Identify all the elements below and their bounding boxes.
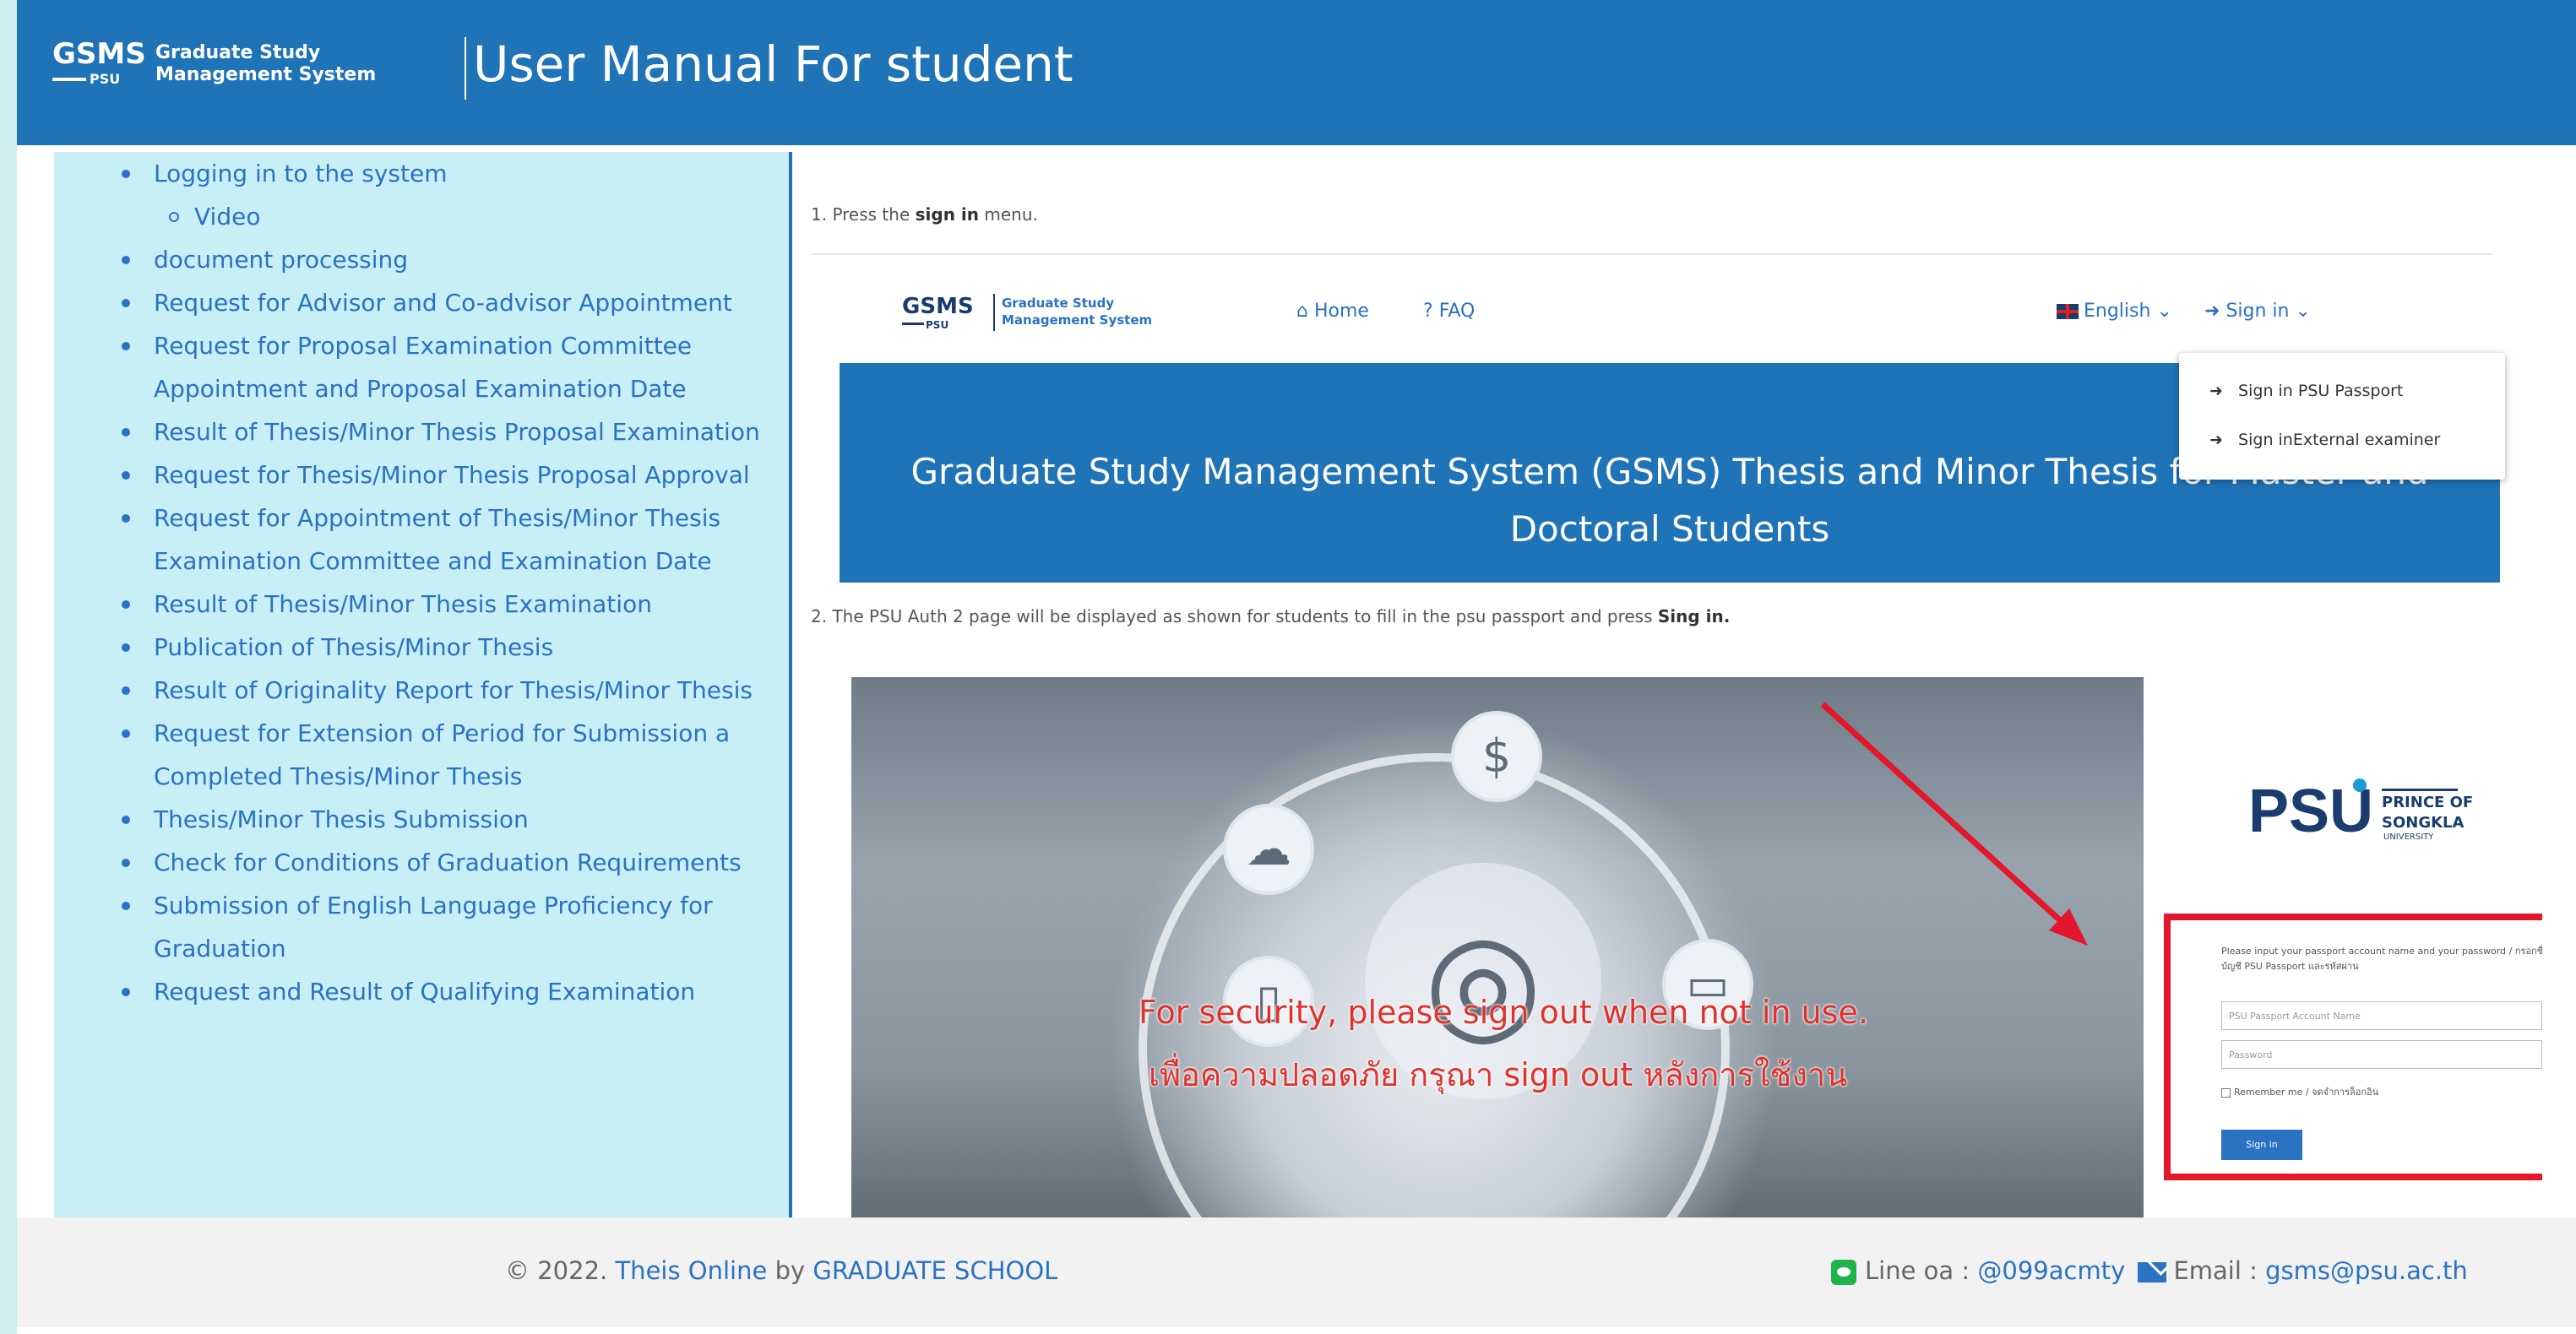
line-icon bbox=[1831, 1260, 1856, 1285]
dollar-icon: $ bbox=[1451, 711, 1542, 802]
copyright-prefix: © 2022. bbox=[505, 1256, 608, 1285]
sidebar-item-originality-report[interactable]: Result of Originality Report for Thesis/… bbox=[54, 669, 789, 712]
red-arrow-icon bbox=[1820, 702, 2088, 946]
sidebar-list: Logging in to the system Video document … bbox=[54, 152, 789, 1013]
step-2-bold: Sing in. bbox=[1657, 606, 1731, 626]
footer: © 2022. Theis Online by GRADUATE SCHOOL … bbox=[17, 1217, 2576, 1327]
step-1-text: 1. Press the sign in menu. bbox=[811, 204, 1038, 225]
shot1-menu-psu-passport: ➜ Sign in PSU Passport bbox=[2209, 382, 2403, 400]
sidebar-item-proposal-committee[interactable]: Request for Proposal Examination Committ… bbox=[54, 324, 789, 410]
security-warning-en: For security, please sign out when not i… bbox=[1139, 994, 1868, 1031]
sidebar-item-logging-in[interactable]: Logging in to the system bbox=[54, 152, 789, 195]
page-frame: GSMS PSU Graduate Study Management Syste… bbox=[17, 0, 2576, 1334]
sidebar-item-publication[interactable]: Publication of Thesis/Minor Thesis bbox=[54, 626, 789, 669]
login-hint: Please input your passport account name … bbox=[2221, 946, 2542, 972]
shot1-signin-dropdown: ➜ Sign in ⌄ bbox=[2204, 301, 2311, 322]
shot1-language-label: English bbox=[2084, 301, 2151, 322]
uk-flag-icon bbox=[2057, 304, 2079, 319]
sidebar-item-advisor-appointment[interactable]: Request for Advisor and Co-advisor Appoi… bbox=[54, 281, 789, 324]
username-field: PSU Passport Account Name bbox=[2221, 1001, 2542, 1030]
logo-line-1: Graduate Study bbox=[155, 42, 321, 63]
divider bbox=[811, 253, 2492, 255]
login-sign-in-button: Sign in bbox=[2221, 1130, 2302, 1160]
arrow-shaft bbox=[1820, 702, 2072, 931]
logo-divider bbox=[465, 37, 466, 100]
shot1-home-link: ⌂ Home bbox=[1296, 301, 1369, 322]
email-link[interactable]: gsms@psu.ac.th bbox=[2265, 1256, 2468, 1285]
sign-in-icon: ➜ bbox=[2209, 382, 2223, 400]
logo-bar bbox=[52, 78, 86, 81]
remember-checkbox bbox=[2221, 1087, 2231, 1098]
question-icon: ? bbox=[1423, 301, 1433, 322]
step-1-suffix: menu. bbox=[984, 204, 1038, 225]
shot1-signin-menu: ➜ Sign in PSU Passport ➜ Sign inExternal… bbox=[2179, 353, 2505, 480]
logo-gsms-text: GSMS bbox=[52, 37, 146, 71]
shot1-language-dropdown: English ⌄ bbox=[2057, 301, 2172, 322]
remember-me: Remember me / จดจำการล็อกอิน bbox=[2221, 1084, 2378, 1099]
line-label: Line oa : bbox=[1865, 1256, 1970, 1285]
copyright-by: by bbox=[774, 1256, 806, 1285]
security-warning-th: เพื่อความปลอดภัย กรุณา sign out หลังการใ… bbox=[1149, 1056, 1848, 1093]
psu-name-line-3: UNIVERSITY bbox=[2383, 832, 2434, 842]
psu-logo-dot bbox=[2353, 778, 2367, 792]
shot1-signin-label: Sign in bbox=[2225, 301, 2290, 322]
sidebar-item-exam-committee[interactable]: Request for Appointment of Thesis/Minor … bbox=[54, 496, 789, 583]
shot1-menu-psu-passport-label: Sign in PSU Passport bbox=[2238, 382, 2404, 400]
logo-line-2: Management System bbox=[155, 64, 377, 85]
copyright: © 2022. Theis Online by GRADUATE SCHOOL bbox=[505, 1256, 1057, 1285]
shot1-menu-external-examiner: ➜ Sign inExternal examiner bbox=[2209, 431, 2440, 449]
shot1-logo-psu: PSU bbox=[926, 319, 949, 331]
shot1-logo-bar bbox=[902, 323, 924, 325]
main-content: 1. Press the sign in menu. GSMS PSU Grad… bbox=[811, 152, 2542, 1217]
sidebar-nav: Logging in to the system Video document … bbox=[54, 152, 792, 1217]
chevron-down-icon: ⌄ bbox=[2156, 301, 2172, 322]
sign-in-icon: ➜ bbox=[2204, 301, 2220, 322]
psu-logo-rule bbox=[2382, 789, 2458, 791]
email-label: Email : bbox=[2173, 1256, 2258, 1285]
step-2-prefix: 2. The PSU Auth 2 page will be displayed… bbox=[811, 606, 1653, 626]
remember-label: Remember me / จดจำการล็อกอิน bbox=[2234, 1087, 2379, 1098]
step-1-prefix: 1. Press the bbox=[811, 204, 910, 225]
shot1-logo-divider bbox=[993, 294, 995, 331]
home-icon: ⌂ bbox=[1296, 301, 1308, 322]
sign-in-icon: ➜ bbox=[2209, 431, 2223, 449]
screenshot-signin-menu: GSMS PSU Graduate Study Management Syste… bbox=[811, 262, 2508, 735]
header-bar: GSMS PSU Graduate Study Management Syste… bbox=[17, 0, 2576, 145]
shot1-menu-external-label: Sign inExternal examiner bbox=[2238, 431, 2441, 449]
psu-name-line-1: PRINCE OF bbox=[2382, 794, 2474, 811]
shot1-faq-label: FAQ bbox=[1438, 301, 1475, 322]
logo-psu-text: PSU bbox=[90, 71, 121, 87]
sidebar-item-proposal-approval[interactable]: Request for Thesis/Minor Thesis Proposal… bbox=[54, 453, 789, 496]
sidebar-subitem-video[interactable]: Video bbox=[54, 195, 789, 238]
chevron-down-icon: ⌄ bbox=[2295, 301, 2311, 322]
psu-name-line-2: SONGKLA bbox=[2382, 814, 2465, 832]
site-name-link[interactable]: Theis Online bbox=[615, 1256, 767, 1285]
line-id-link[interactable]: @099acmty bbox=[1977, 1256, 2125, 1285]
sidebar-item-extension-request[interactable]: Request for Extension of Period for Subm… bbox=[54, 712, 789, 798]
shot1-logo-line-2: Management System bbox=[1002, 312, 1153, 328]
shot1-home-label: Home bbox=[1313, 301, 1369, 322]
sidebar-item-english-proficiency[interactable]: Submission of English Language Proficien… bbox=[54, 884, 789, 970]
page-title: User Manual For student bbox=[473, 35, 1073, 93]
graduate-school-link[interactable]: GRADUATE SCHOOL bbox=[812, 1256, 1057, 1285]
contact-info: Line oa : @099acmty Email : gsms@psu.ac.… bbox=[1831, 1256, 2468, 1285]
shot1-banner-line-2: Doctoral Students bbox=[1509, 508, 1830, 550]
sidebar-item-document-processing[interactable]: document processing bbox=[54, 238, 789, 281]
cloud-icon: ☁ bbox=[1223, 804, 1314, 895]
shot1-logo-gsms: GSMS bbox=[902, 294, 974, 319]
shot1-logo-line-1: Graduate Study bbox=[1002, 296, 1115, 311]
login-form-highlight: Please input your passport account name … bbox=[2164, 914, 2542, 1180]
mail-icon bbox=[2138, 1262, 2167, 1282]
shot1-faq-link: ? FAQ bbox=[1423, 301, 1475, 322]
step-2-text: 2. The PSU Auth 2 page will be displayed… bbox=[811, 606, 1730, 626]
screenshot-psu-auth: $ ☁ ◎ ▭ ▯ For security, please sign out … bbox=[840, 675, 2542, 1217]
sidebar-item-exam-result[interactable]: Result of Thesis/Minor Thesis Examinatio… bbox=[54, 583, 789, 626]
sidebar-item-proposal-result[interactable]: Result of Thesis/Minor Thesis Proposal E… bbox=[54, 410, 789, 453]
password-field: Password bbox=[2221, 1040, 2542, 1069]
step-1-bold: sign in bbox=[915, 204, 979, 225]
sidebar-item-thesis-submission[interactable]: Thesis/Minor Thesis Submission bbox=[54, 798, 789, 841]
sidebar-item-graduation-check[interactable]: Check for Conditions of Graduation Requi… bbox=[54, 841, 789, 884]
sidebar-item-qualifying-exam[interactable]: Request and Result of Qualifying Examina… bbox=[54, 970, 789, 1013]
